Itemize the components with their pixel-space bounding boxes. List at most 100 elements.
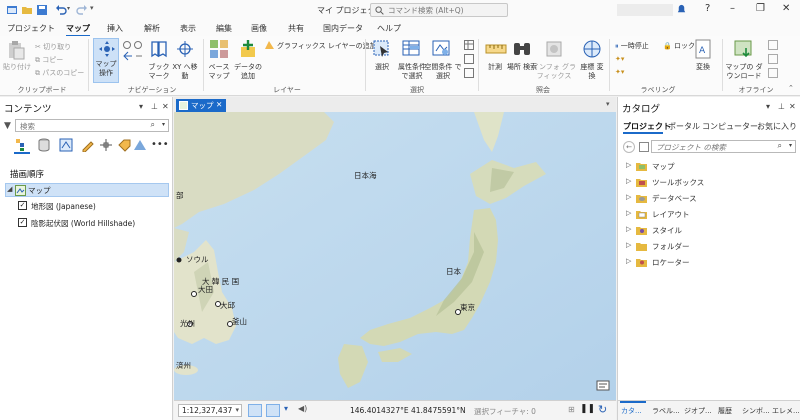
pause-labeling-button[interactable]: ⏸ 一時停止: [615, 41, 649, 51]
locate-icon[interactable]: [512, 39, 532, 59]
close-icon[interactable]: ✕: [782, 3, 790, 14]
new-project-icon[interactable]: [6, 4, 18, 16]
bottom-tab-geoprocessing[interactable]: ジオプ...: [684, 406, 712, 416]
bookmarks-icon[interactable]: [150, 40, 168, 58]
bottom-tab-catalog[interactable]: カタ...: [621, 406, 642, 416]
attribute-table-icon[interactable]: [464, 40, 474, 50]
pin-icon[interactable]: ⊥: [778, 102, 785, 111]
bottom-tab-history[interactable]: 履歴: [718, 406, 732, 416]
go-to-xy-icon[interactable]: [176, 40, 194, 58]
grid-view-icon[interactable]: [266, 404, 280, 417]
restore-icon[interactable]: ❐: [756, 3, 765, 14]
pane-menu-icon[interactable]: ▾: [766, 102, 770, 111]
download-map-button[interactable]: マップの ダウンロード: [724, 63, 764, 80]
search-options-icon[interactable]: ▾: [162, 121, 165, 128]
convert-labels-icon[interactable]: A: [694, 39, 712, 59]
select-icon[interactable]: [372, 39, 392, 59]
add-graphics-layer-button[interactable]: グラフィックス レイヤーの追加: [277, 41, 377, 51]
list-by-drawing-order-icon[interactable]: [15, 138, 29, 152]
go-to-xy-button[interactable]: XY へ移動: [172, 63, 198, 80]
save-icon[interactable]: [36, 4, 48, 16]
map-canvas[interactable]: 日本海 日本 東京 部 ソウル 大 韓 民 国 大田 大邱 光州 釜山 済州: [174, 112, 616, 400]
layer-item[interactable]: ✓ 陰影起伏図 (World Hillshade): [18, 217, 168, 230]
expand-arrow-icon[interactable]: ◢: [7, 185, 12, 193]
undo-dropdown-icon[interactable]: ▾: [67, 5, 70, 12]
remove-offline-icon[interactable]: [768, 54, 778, 64]
add-data-button[interactable]: データの 追加: [232, 63, 264, 80]
map-view-tab[interactable]: マップ ✕: [176, 99, 226, 112]
catalog-tab-favorites[interactable]: お気に入り: [757, 121, 797, 132]
catalog-search-scope-icon[interactable]: [639, 142, 649, 152]
expand-arrow-icon[interactable]: ▷: [626, 209, 631, 217]
tab-project[interactable]: プロジェクト: [7, 23, 55, 34]
zoom-to-selection-icon[interactable]: [464, 68, 474, 78]
zoom-tools-icon[interactable]: [122, 40, 144, 62]
pin-icon[interactable]: ⊥: [151, 102, 158, 111]
tab-share[interactable]: 共有: [288, 23, 304, 34]
expand-arrow-icon[interactable]: ▷: [626, 225, 631, 233]
catalog-tab-project[interactable]: プロジェクト: [623, 121, 671, 132]
notification-bell-icon[interactable]: [676, 4, 687, 15]
layer-visibility-checkbox[interactable]: ✓: [18, 218, 27, 227]
add-data-icon[interactable]: [238, 39, 258, 59]
bottom-tab-labeling[interactable]: ラベル...: [652, 406, 680, 416]
bottom-tab-symbology[interactable]: シンボ...: [742, 406, 770, 416]
list-by-perspective-icon[interactable]: [133, 138, 147, 152]
tab-analysis[interactable]: 解析: [144, 23, 160, 34]
paste-button[interactable]: 貼り付け: [3, 63, 31, 72]
basemap-button[interactable]: ベース マップ: [205, 63, 233, 80]
more-options-icon[interactable]: •••: [151, 139, 169, 150]
layer-visibility-checkbox[interactable]: ✓: [18, 201, 27, 210]
list-by-selection-icon[interactable]: [59, 138, 73, 152]
convert-coordinates-icon[interactable]: [582, 39, 602, 59]
fixed-zoom-icon[interactable]: [248, 404, 262, 417]
select-button[interactable]: 選択: [368, 63, 396, 72]
lock-labels-button[interactable]: 🔒 ロック: [663, 41, 695, 51]
measure-button[interactable]: 計測: [481, 63, 509, 72]
copy-button[interactable]: ⧉ コピー: [35, 55, 63, 65]
download-map-icon[interactable]: [734, 39, 754, 59]
contents-search-input[interactable]: 検索 ⌕ ▾: [15, 119, 169, 132]
select-by-location-button[interactable]: 空間条件 で選択: [424, 63, 462, 80]
refresh-icon[interactable]: ↻: [598, 403, 607, 416]
close-tab-icon[interactable]: ✕: [216, 100, 222, 109]
quick-access-customize-icon[interactable]: ▾: [90, 4, 94, 12]
search-options-icon[interactable]: ▾: [789, 142, 792, 149]
catalog-tab-portal[interactable]: ポータル: [668, 121, 700, 132]
user-account[interactable]: [617, 4, 673, 16]
list-by-labeling-icon[interactable]: [117, 138, 131, 152]
tab-japan-data[interactable]: 国内データ: [323, 23, 363, 34]
scale-dropdown[interactable]: 1:12,327,437 ▾: [178, 404, 242, 417]
basemap-icon[interactable]: [209, 39, 229, 59]
label-options-icon[interactable]: ✦▾: [615, 68, 624, 76]
list-by-snapping-icon[interactable]: [99, 138, 113, 152]
layer-item[interactable]: ✓ 地形図 (Japanese): [18, 200, 168, 213]
attribution-icon[interactable]: [596, 380, 610, 392]
paste-icon[interactable]: [7, 40, 25, 60]
expand-arrow-icon[interactable]: ▷: [626, 257, 631, 265]
convert-coordinates-button[interactable]: 座標 変換: [578, 63, 606, 80]
tab-list-icon[interactable]: ▾: [606, 100, 610, 108]
measure-icon[interactable]: [485, 42, 507, 56]
pane-menu-icon[interactable]: ▾: [139, 102, 143, 111]
expand-arrow-icon[interactable]: ▷: [626, 177, 631, 185]
copy-path-button[interactable]: ⧉ パスのコピー: [35, 68, 84, 78]
rotation-icon[interactable]: ▾: [284, 404, 288, 413]
close-pane-icon[interactable]: ✕: [162, 102, 169, 111]
bottom-tab-element[interactable]: エレメ...: [772, 406, 800, 416]
close-pane-icon[interactable]: ✕: [789, 102, 796, 111]
tab-map[interactable]: マップ: [66, 23, 90, 37]
sync-icon[interactable]: [768, 40, 778, 50]
filter-icon[interactable]: ▼: [4, 121, 11, 131]
back-icon[interactable]: ←: [623, 141, 635, 153]
expand-arrow-icon[interactable]: ▷: [626, 193, 631, 201]
select-by-location-icon[interactable]: [432, 39, 452, 59]
infographics-icon[interactable]: [544, 39, 564, 59]
convert-labels-button[interactable]: 変換: [690, 63, 716, 72]
tab-view[interactable]: 表示: [180, 23, 196, 34]
pause-drawing-icon[interactable]: ❚❚: [580, 404, 595, 414]
expand-arrow-icon[interactable]: ▷: [626, 161, 631, 169]
infographics-button[interactable]: インフォ グラフィックス: [530, 63, 578, 80]
cut-button[interactable]: ✂ 切り取り: [35, 42, 71, 52]
undo-icon[interactable]: [55, 4, 67, 16]
